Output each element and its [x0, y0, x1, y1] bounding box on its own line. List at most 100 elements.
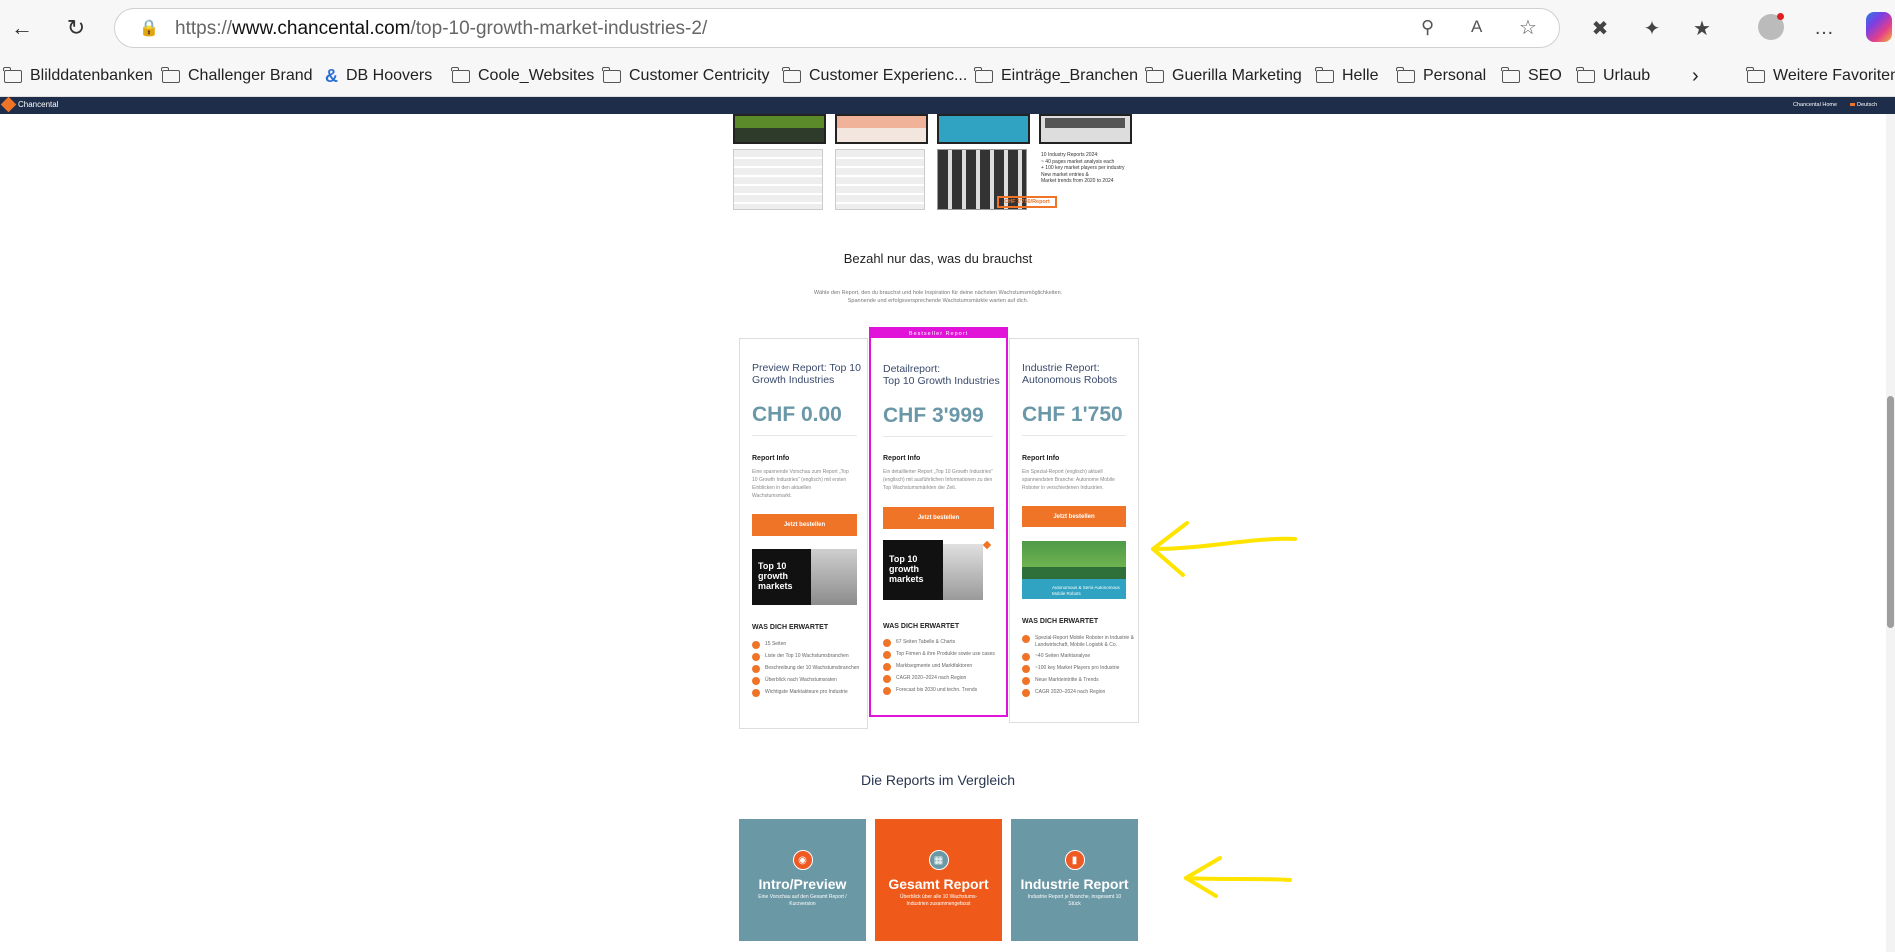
- flag-icon: [1850, 103, 1855, 106]
- promo-text: 10 Industry Reports 2024: ~ 40 pages mar…: [1041, 152, 1133, 185]
- nav-home-link[interactable]: Chancental Home: [1793, 102, 1837, 108]
- vr-person-image: [943, 544, 983, 600]
- extensions-icon[interactable]: ✦: [1638, 14, 1666, 42]
- compare-tile-preview[interactable]: ◉ Intro/Preview Eine Vorschau auf den Ge…: [739, 819, 866, 941]
- divider: [1022, 435, 1126, 436]
- chevron-right-icon[interactable]: ›: [1692, 63, 1699, 89]
- bookmark-item[interactable]: Guerilla Marketing: [1145, 63, 1302, 89]
- feature-item: Wichtigste Marktakteure pro Industrie: [752, 689, 860, 697]
- card-description: Ein detaillierter Report „Top 10 Growth …: [883, 469, 993, 491]
- folder-icon: [1501, 66, 1520, 83]
- page-scrollbar[interactable]: [1886, 114, 1895, 952]
- url-text: https://www.chancental.com/top-10-growth…: [175, 18, 708, 39]
- language-switch[interactable]: Deutsch: [1857, 102, 1877, 108]
- bookmark-item[interactable]: Helle: [1315, 63, 1378, 89]
- report-cover-image: [1039, 114, 1132, 144]
- bestseller-badge: Bestseller Report: [871, 329, 1006, 338]
- bullet-icon: [1022, 677, 1030, 685]
- report-cover-image: [733, 114, 826, 144]
- browser-toolbar: ← ↻ 🔒 https://www.chancental.com/top-10-…: [0, 0, 1895, 56]
- bullet-icon: [883, 663, 891, 671]
- card-price: CHF 1'750: [1022, 403, 1123, 426]
- feature-item: Neue Markteintritte & Trends: [1022, 677, 1134, 685]
- feature-list: 67 Seiten Tabelle & Charts Top Firmen & …: [883, 639, 1001, 699]
- report-info-label: Report Info: [1022, 455, 1060, 462]
- bookmark-item[interactable]: Blilddatenbanken: [3, 63, 153, 89]
- pricing-subtext-line: Wähle den Report, den du brauchst und ho…: [813, 290, 1063, 296]
- bullet-icon: [752, 641, 760, 649]
- eye-icon: ◉: [792, 850, 813, 870]
- pricing-heading: Bezahl nur das, was du brauchst: [843, 251, 1033, 266]
- folder-icon: [3, 66, 22, 83]
- folder-icon: [161, 66, 180, 83]
- folder-icon: [1315, 66, 1334, 83]
- bookmarks-bar: Blilddatenbanken Challenger Brand & DB Ho…: [0, 56, 1895, 97]
- copilot-icon[interactable]: [1866, 12, 1892, 42]
- bookmark-item[interactable]: SEO: [1501, 63, 1562, 89]
- order-button[interactable]: Jetzt bestellen: [1022, 506, 1126, 527]
- bookmark-item[interactable]: Challenger Brand: [161, 63, 313, 89]
- folder-icon: [1145, 66, 1164, 83]
- bookmark-item[interactable]: Customer Centricity: [602, 63, 769, 89]
- bookmark-item[interactable]: & DB Hoovers: [325, 63, 432, 89]
- feature-item: Marktsegmente und Marktfaktoren: [883, 663, 1001, 671]
- pricing-card-preview: Preview Report: Top 10 Growth Industries …: [739, 338, 868, 729]
- document-icon: ▦: [928, 850, 949, 870]
- report-cover-image: [835, 114, 928, 144]
- folder-icon: [602, 66, 621, 83]
- card-description: Ein Spezial-Report (englisch) aktuell sp…: [1022, 469, 1115, 491]
- order-button[interactable]: Jetzt bestellen: [752, 514, 857, 536]
- tile-text: Eine Vorschau auf den Gesamt Report / Ku…: [758, 894, 847, 907]
- bookmark-item[interactable]: Urlaub: [1576, 63, 1650, 89]
- bullet-icon: [752, 689, 760, 697]
- tile-text: Industrie Report je Branche, insgesamt 1…: [1027, 894, 1122, 907]
- favorite-star-icon[interactable]: ☆: [1519, 15, 1537, 40]
- refresh-icon[interactable]: ↻: [58, 10, 94, 46]
- bookmark-item[interactable]: Personal: [1396, 63, 1486, 89]
- back-icon[interactable]: ←: [4, 10, 40, 46]
- bullet-icon: [1022, 653, 1030, 661]
- zoom-icon[interactable]: ⚲: [1421, 17, 1434, 38]
- report-info-label: Report Info: [752, 455, 790, 462]
- bullet-icon: [1022, 665, 1030, 673]
- thumbnail-title: Top 10 growth markets: [758, 561, 793, 591]
- price-tag: CHF 1'750/Report: [997, 196, 1057, 208]
- card-title: Detailreport: Top 10 Growth Industries: [883, 363, 1000, 387]
- bullet-icon: [752, 653, 760, 661]
- promo-bullet: Market trends from 2020 to 2024: [1041, 178, 1114, 184]
- bookmark-item[interactable]: Einträge_Branchen: [974, 63, 1138, 89]
- report-page-preview: [835, 149, 925, 210]
- hero-report-collage: 10 Industry Reports 2024: ~ 40 pages mar…: [733, 114, 1133, 210]
- favorites-icon[interactable]: ★: [1688, 14, 1716, 42]
- folder-icon: [451, 66, 470, 83]
- folder-icon: [1576, 66, 1595, 83]
- tracking-prevention-icon[interactable]: ✖: [1586, 14, 1614, 42]
- card-price: CHF 3'999: [883, 404, 984, 427]
- report-thumbnail: Autonomous & Semi-Autonomous Mobile Robo…: [1022, 541, 1126, 599]
- feature-item: ~100 key Market Players pro Industrie: [1022, 665, 1134, 673]
- report-cover-image: [937, 114, 1030, 144]
- order-button[interactable]: Jetzt bestellen: [883, 507, 994, 529]
- address-bar[interactable]: 🔒 https://www.chancental.com/top-10-grow…: [114, 8, 1560, 48]
- scrollbar-thumb[interactable]: [1887, 396, 1894, 628]
- report-info-label: Report Info: [883, 455, 921, 462]
- compare-tile-full[interactable]: ▦ Gesamt Report Überblick über alle 10 W…: [875, 819, 1002, 941]
- thumbnail-title: Autonomous & Semi-Autonomous Mobile Robo…: [1052, 585, 1120, 596]
- read-aloud-icon[interactable]: A: [1471, 17, 1482, 37]
- compare-tile-industry[interactable]: ▮ Industrie Report Industrie Report je B…: [1011, 819, 1138, 941]
- bullet-icon: [883, 675, 891, 683]
- feature-list: 15 Seiten Liste der Top 10 Wachstumsbran…: [752, 641, 860, 701]
- more-menu-icon[interactable]: …: [1810, 14, 1838, 42]
- site-logo-text[interactable]: Chancental: [18, 100, 58, 109]
- divider: [883, 436, 993, 437]
- bookmark-item[interactable]: Customer Experienc...: [782, 63, 967, 89]
- bullet-icon: [1022, 635, 1030, 643]
- vr-person-image: [811, 549, 857, 605]
- other-favorites[interactable]: Weitere Favoriten: [1746, 63, 1895, 89]
- bullet-icon: [883, 639, 891, 647]
- lock-icon[interactable]: 🔒: [139, 18, 159, 38]
- card-title: Industrie Report: Autonomous Robots: [1022, 362, 1118, 386]
- bookmark-item[interactable]: Coole_Websites: [451, 63, 594, 89]
- dnb-logo-icon: &: [325, 65, 338, 86]
- compare-heading: Die Reports im Vergleich: [860, 772, 1016, 788]
